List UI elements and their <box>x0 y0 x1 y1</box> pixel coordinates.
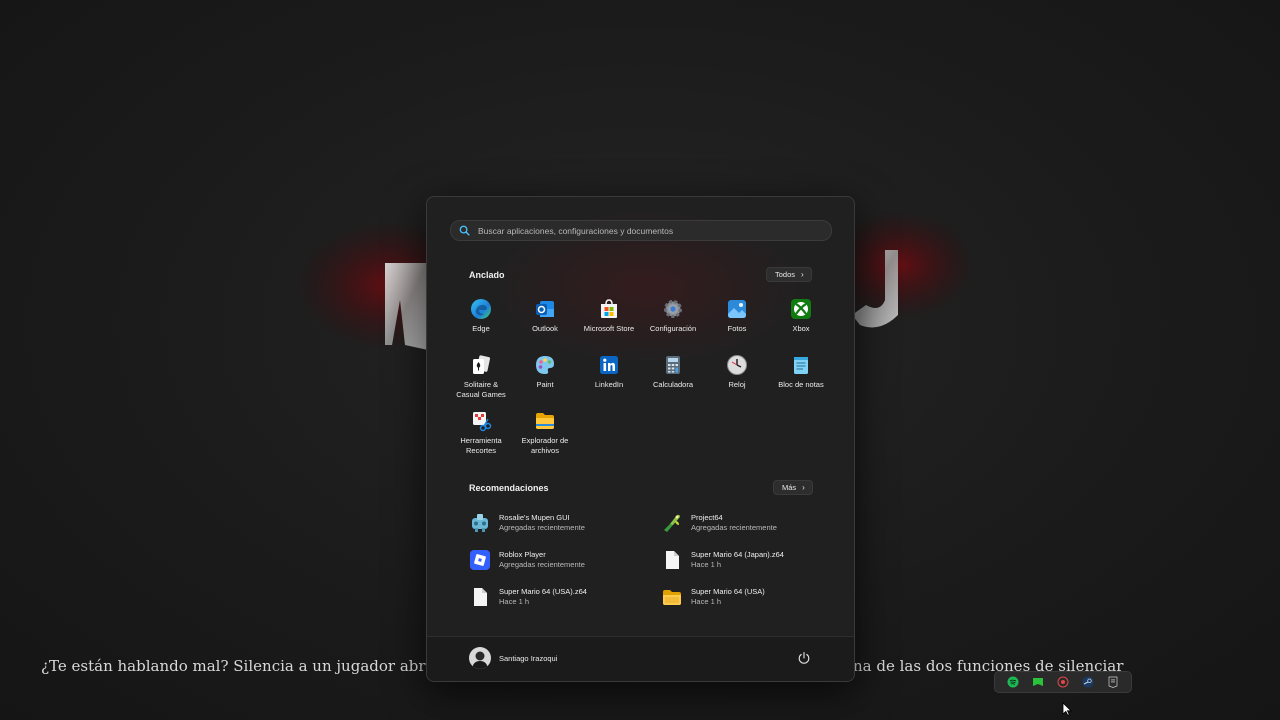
start-menu-footer: Santiago Irazoqui <box>427 636 854 681</box>
recommended-item[interactable]: Roblox Player Agregadas recientemente <box>427 545 607 575</box>
pinned-app-label-line2: archivos <box>531 446 559 455</box>
pinned-app-label-line2: Casual Games <box>456 390 506 399</box>
pinned-app-linkedin[interactable]: LinkedIn <box>577 354 641 390</box>
tray-overflow-panel <box>994 671 1132 693</box>
outlook-icon <box>536 301 554 317</box>
recommended-title: Recomendaciones <box>469 483 549 493</box>
more-label: Más <box>782 483 797 492</box>
spotify-icon[interactable] <box>1007 676 1019 688</box>
pinned-app-paint[interactable]: Paint <box>513 354 577 390</box>
epic-icon[interactable] <box>1107 676 1119 688</box>
pinned-app-outlook[interactable]: Outlook <box>513 298 577 334</box>
pinned-app-label: Outlook <box>532 324 558 333</box>
file-icon <box>474 588 487 606</box>
calculator-icon <box>666 356 680 374</box>
recommended-item-name: Super Mario 64 (Japan).z64 <box>691 550 784 559</box>
recommended-item[interactable]: Super Mario 64 (USA) Hace 1 h <box>619 582 799 612</box>
recommended-item-name: Roblox Player <box>499 550 546 559</box>
photos-icon <box>728 300 746 318</box>
pinned-app-label: Fotos <box>727 324 747 333</box>
recommended-item[interactable]: Project64 Agregadas recientemente <box>619 508 799 538</box>
pinned-app-calculadora[interactable]: Calculadora <box>641 354 705 390</box>
pinned-app-label: Microsoft Store <box>583 324 635 333</box>
recommended-item-subtitle: Hace 1 h <box>691 597 722 606</box>
recommended-item[interactable]: Super Mario 64 (Japan).z64 Hace 1 h <box>619 545 799 575</box>
pinned-app-explorador[interactable]: Explorador de archivos <box>513 410 577 456</box>
pinned-app-label: Reloj <box>728 380 746 389</box>
all-apps-label: Todos <box>775 270 796 279</box>
project64-icon <box>664 514 680 532</box>
search-input[interactable] <box>476 224 831 237</box>
solitaire-icon <box>473 355 491 374</box>
user-account-button[interactable]: Santiago Irazoqui <box>469 647 557 669</box>
pinned-title: Anclado <box>469 270 505 280</box>
user-name: Santiago Irazoqui <box>499 653 558 663</box>
linkedin-icon <box>600 356 618 374</box>
pinned-app-label: Xbox <box>792 324 810 333</box>
pinned-app-label: Explorador de archivos <box>522 436 569 456</box>
more-button[interactable]: Más › <box>773 480 813 495</box>
pinned-app-microsoft-store[interactable]: Microsoft Store <box>577 298 641 334</box>
edge-icon <box>471 299 491 319</box>
recommended-item-name: Project64 <box>691 513 723 522</box>
recommended-item-subtitle: Agregadas recientemente <box>499 560 585 569</box>
pinned-app-label-line2: Recortes <box>465 446 496 455</box>
recommended-item-subtitle: Hace 1 h <box>499 597 530 606</box>
snipping-tool-icon <box>473 412 492 432</box>
search-icon <box>459 225 470 236</box>
store-icon <box>601 299 617 318</box>
steam-icon[interactable] <box>1082 676 1094 688</box>
pinned-app-label: Bloc de notas <box>778 380 824 389</box>
paint-icon <box>536 356 554 374</box>
power-icon[interactable] <box>797 651 811 665</box>
pinned-app-edge[interactable]: Edge <box>449 298 513 334</box>
pinned-app-label: Edge <box>472 324 490 333</box>
pinned-app-fotos[interactable]: Fotos <box>705 298 769 334</box>
avatar <box>469 647 491 669</box>
pinned-app-reloj[interactable]: Reloj <box>705 354 769 390</box>
pinned-app-label: Solitaire & Casual Games <box>456 380 506 400</box>
pinned-app-solitaire[interactable]: Solitaire & Casual Games <box>449 354 513 400</box>
pinned-app-label-line1: Solitaire & <box>463 380 499 389</box>
pinned-app-label-line1: Explorador de <box>521 436 569 445</box>
recommended-item[interactable]: Super Mario 64 (USA).z64 Hace 1 h <box>427 582 607 612</box>
roblox-icon <box>470 550 490 570</box>
pinned-app-label: Configuración <box>649 324 697 333</box>
chevron-right-icon: › <box>801 270 804 279</box>
recommended-item-name: Super Mario 64 (USA).z64 <box>499 587 587 596</box>
xbox-icon <box>791 299 811 319</box>
recommended-item-subtitle: Agregadas recientemente <box>499 523 585 532</box>
pinned-app-label: LinkedIn <box>594 380 624 389</box>
search-box[interactable] <box>450 220 832 241</box>
recommended-item-subtitle: Agregadas recientemente <box>691 523 777 532</box>
headset-icon[interactable] <box>1057 676 1069 688</box>
recommended-item-name: Super Mario 64 (USA) <box>691 587 765 596</box>
chevron-right-icon: › <box>802 483 805 492</box>
file-icon <box>666 551 679 569</box>
pinned-app-configuracion[interactable]: Configuración <box>641 298 705 334</box>
recommended-item-subtitle: Hace 1 h <box>691 560 722 569</box>
pinned-app-label: Calculadora <box>652 380 694 389</box>
pinned-app-bloc-de-notas[interactable]: Bloc de notas <box>769 354 833 390</box>
pinned-app-herramienta-recortes[interactable]: Herramienta Recortes <box>449 410 513 456</box>
clock-icon <box>727 355 747 375</box>
pinned-app-label-line1: Herramienta <box>460 436 502 445</box>
notepad-icon <box>794 357 808 374</box>
start-menu: Anclado Todos › Edge Outlook Micro <box>426 196 855 682</box>
file-explorer-icon <box>536 413 554 429</box>
game-icon[interactable] <box>1032 676 1044 688</box>
mupen-icon <box>472 514 488 532</box>
folder-icon <box>663 590 681 605</box>
all-apps-button[interactable]: Todos › <box>766 267 812 282</box>
pinned-app-label: Paint <box>536 380 554 389</box>
pinned-app-xbox[interactable]: Xbox <box>769 298 833 334</box>
mouse-cursor-icon <box>1062 702 1072 716</box>
recommended-item[interactable]: Rosalie's Mupen GUI Agregadas recienteme… <box>427 508 607 538</box>
recommended-item-name: Rosalie's Mupen GUI <box>499 513 570 522</box>
settings-gear-icon <box>664 300 682 318</box>
pinned-app-label: Herramienta Recortes <box>460 436 501 456</box>
